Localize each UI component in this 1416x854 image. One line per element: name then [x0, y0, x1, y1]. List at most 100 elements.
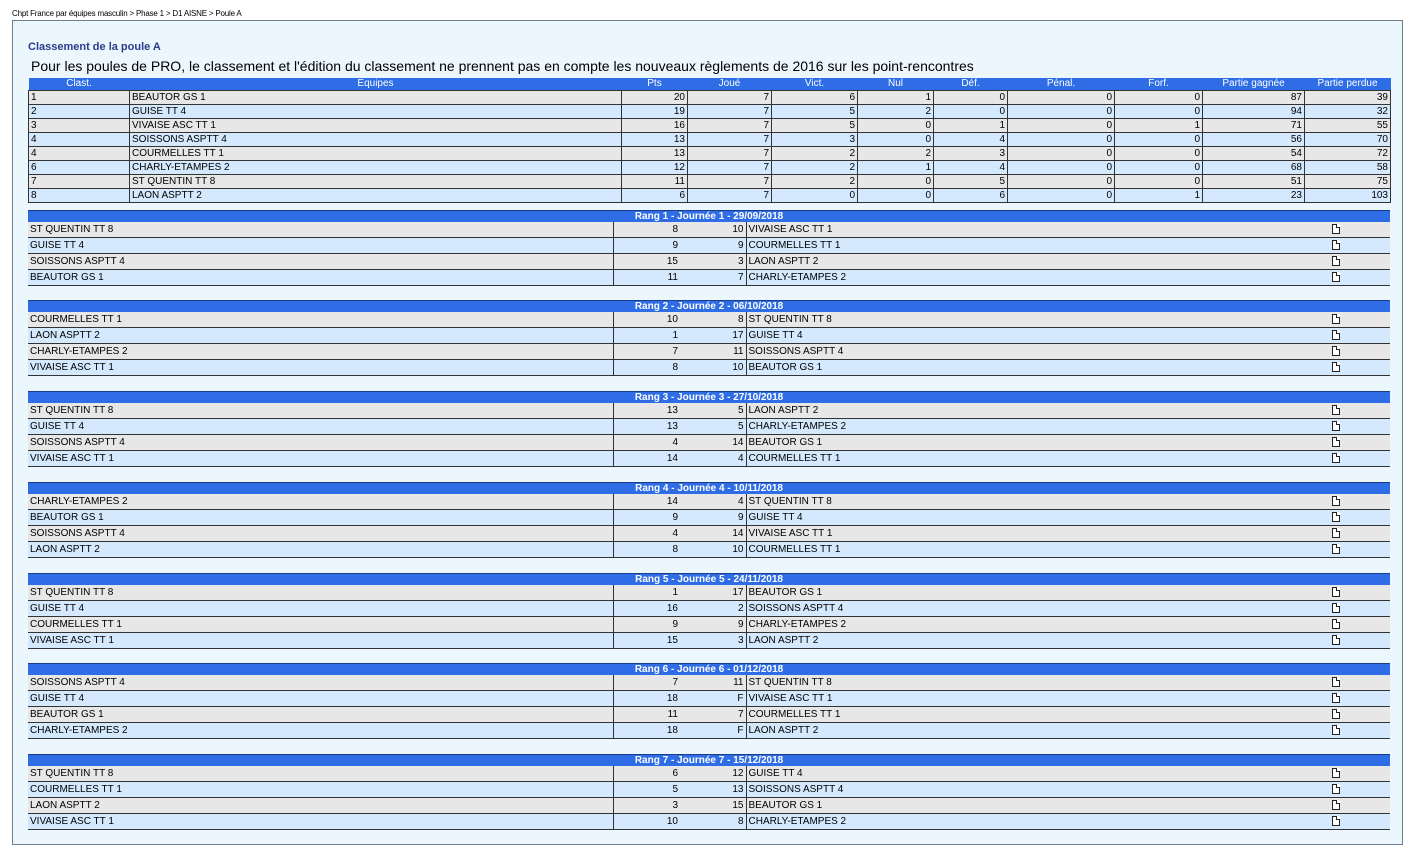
match-sheet-link[interactable]: [1329, 253, 1391, 270]
away-team[interactable]: VIVAISE ASC TT 1: [746, 690, 1329, 707]
away-team[interactable]: CHARLY-ETAMPES 2: [746, 616, 1329, 633]
match-sheet-link[interactable]: [1329, 434, 1391, 451]
document-icon[interactable]: [1332, 224, 1340, 234]
home-team[interactable]: ST QUENTIN TT 8: [28, 766, 614, 782]
standings-cell-team[interactable]: SOISSONS ASPTT 4: [129, 132, 622, 147]
home-team[interactable]: CHARLY-ETAMPES 2: [28, 343, 614, 360]
document-icon[interactable]: [1332, 421, 1340, 431]
document-icon[interactable]: [1332, 816, 1340, 826]
away-team[interactable]: BEAUTOR GS 1: [746, 585, 1329, 601]
standings-cell-team[interactable]: COURMELLES TT 1: [129, 146, 622, 161]
away-team[interactable]: CHARLY-ETAMPES 2: [746, 418, 1329, 435]
document-icon[interactable]: [1332, 405, 1340, 415]
away-team[interactable]: SOISSONS ASPTT 4: [746, 343, 1329, 360]
home-team[interactable]: SOISSONS ASPTT 4: [28, 434, 614, 451]
home-team[interactable]: LAON ASPTT 2: [28, 797, 614, 814]
away-team[interactable]: COURMELLES TT 1: [746, 237, 1329, 254]
match-sheet-link[interactable]: [1329, 632, 1391, 649]
away-team[interactable]: SOISSONS ASPTT 4: [746, 600, 1329, 617]
match-sheet-link[interactable]: [1329, 494, 1391, 510]
document-icon[interactable]: [1332, 603, 1340, 613]
match-sheet-link[interactable]: [1329, 525, 1391, 542]
home-team[interactable]: SOISSONS ASPTT 4: [28, 675, 614, 691]
away-team[interactable]: LAON ASPTT 2: [746, 403, 1329, 419]
document-icon[interactable]: [1332, 587, 1340, 597]
away-team[interactable]: ST QUENTIN TT 8: [746, 312, 1329, 328]
document-icon[interactable]: [1332, 784, 1340, 794]
home-team[interactable]: BEAUTOR GS 1: [28, 269, 614, 286]
home-team[interactable]: BEAUTOR GS 1: [28, 509, 614, 526]
home-team[interactable]: COURMELLES TT 1: [28, 312, 614, 328]
home-team[interactable]: COURMELLES TT 1: [28, 616, 614, 633]
home-team[interactable]: SOISSONS ASPTT 4: [28, 253, 614, 270]
match-sheet-link[interactable]: [1329, 222, 1391, 238]
away-team[interactable]: BEAUTOR GS 1: [746, 434, 1329, 451]
home-team[interactable]: VIVAISE ASC TT 1: [28, 813, 614, 830]
match-sheet-link[interactable]: [1329, 722, 1391, 739]
match-sheet-link[interactable]: [1329, 327, 1391, 344]
away-team[interactable]: LAON ASPTT 2: [746, 632, 1329, 649]
standings-cell-team[interactable]: VIVAISE ASC TT 1: [129, 118, 622, 133]
match-sheet-link[interactable]: [1329, 813, 1391, 830]
away-team[interactable]: BEAUTOR GS 1: [746, 797, 1329, 814]
home-team[interactable]: ST QUENTIN TT 8: [28, 585, 614, 601]
document-icon[interactable]: [1332, 512, 1340, 522]
document-icon[interactable]: [1332, 800, 1340, 810]
home-team[interactable]: CHARLY-ETAMPES 2: [28, 722, 614, 739]
away-team[interactable]: BEAUTOR GS 1: [746, 359, 1329, 376]
match-sheet-link[interactable]: [1329, 616, 1391, 633]
document-icon[interactable]: [1332, 362, 1340, 372]
home-team[interactable]: COURMELLES TT 1: [28, 781, 614, 798]
match-sheet-link[interactable]: [1329, 359, 1391, 376]
home-team[interactable]: VIVAISE ASC TT 1: [28, 359, 614, 376]
document-icon[interactable]: [1332, 496, 1340, 506]
away-team[interactable]: VIVAISE ASC TT 1: [746, 525, 1329, 542]
away-team[interactable]: GUISE TT 4: [746, 766, 1329, 782]
home-team[interactable]: VIVAISE ASC TT 1: [28, 632, 614, 649]
document-icon[interactable]: [1332, 314, 1340, 324]
document-icon[interactable]: [1332, 677, 1340, 687]
document-icon[interactable]: [1332, 528, 1340, 538]
home-team[interactable]: SOISSONS ASPTT 4: [28, 525, 614, 542]
away-team[interactable]: SOISSONS ASPTT 4: [746, 781, 1329, 798]
document-icon[interactable]: [1332, 453, 1340, 463]
home-team[interactable]: ST QUENTIN TT 8: [28, 403, 614, 419]
match-sheet-link[interactable]: [1329, 509, 1391, 526]
home-team[interactable]: CHARLY-ETAMPES 2: [28, 494, 614, 510]
away-team[interactable]: COURMELLES TT 1: [746, 450, 1329, 467]
match-sheet-link[interactable]: [1329, 312, 1391, 328]
match-sheet-link[interactable]: [1329, 269, 1391, 286]
away-team[interactable]: GUISE TT 4: [746, 327, 1329, 344]
match-sheet-link[interactable]: [1329, 766, 1391, 782]
home-team[interactable]: LAON ASPTT 2: [28, 541, 614, 558]
match-sheet-link[interactable]: [1329, 343, 1391, 360]
home-team[interactable]: VIVAISE ASC TT 1: [28, 450, 614, 467]
home-team[interactable]: BEAUTOR GS 1: [28, 706, 614, 723]
match-sheet-link[interactable]: [1329, 690, 1391, 707]
away-team[interactable]: LAON ASPTT 2: [746, 253, 1329, 270]
match-sheet-link[interactable]: [1329, 237, 1391, 254]
away-team[interactable]: CHARLY-ETAMPES 2: [746, 813, 1329, 830]
match-sheet-link[interactable]: [1329, 585, 1391, 601]
document-icon[interactable]: [1332, 272, 1340, 282]
standings-cell-team[interactable]: BEAUTOR GS 1: [129, 90, 622, 105]
away-team[interactable]: LAON ASPTT 2: [746, 722, 1329, 739]
away-team[interactable]: CHARLY-ETAMPES 2: [746, 269, 1329, 286]
home-team[interactable]: GUISE TT 4: [28, 418, 614, 435]
away-team[interactable]: ST QUENTIN TT 8: [746, 675, 1329, 691]
home-team[interactable]: ST QUENTIN TT 8: [28, 222, 614, 238]
match-sheet-link[interactable]: [1329, 706, 1391, 723]
away-team[interactable]: ST QUENTIN TT 8: [746, 494, 1329, 510]
home-team[interactable]: LAON ASPTT 2: [28, 327, 614, 344]
document-icon[interactable]: [1332, 635, 1340, 645]
match-sheet-link[interactable]: [1329, 600, 1391, 617]
standings-cell-team[interactable]: GUISE TT 4: [129, 104, 622, 119]
match-sheet-link[interactable]: [1329, 541, 1391, 558]
match-sheet-link[interactable]: [1329, 675, 1391, 691]
match-sheet-link[interactable]: [1329, 797, 1391, 814]
standings-cell-team[interactable]: ST QUENTIN TT 8: [129, 174, 622, 189]
document-icon[interactable]: [1332, 346, 1340, 356]
match-sheet-link[interactable]: [1329, 418, 1391, 435]
document-icon[interactable]: [1332, 709, 1340, 719]
document-icon[interactable]: [1332, 768, 1340, 778]
